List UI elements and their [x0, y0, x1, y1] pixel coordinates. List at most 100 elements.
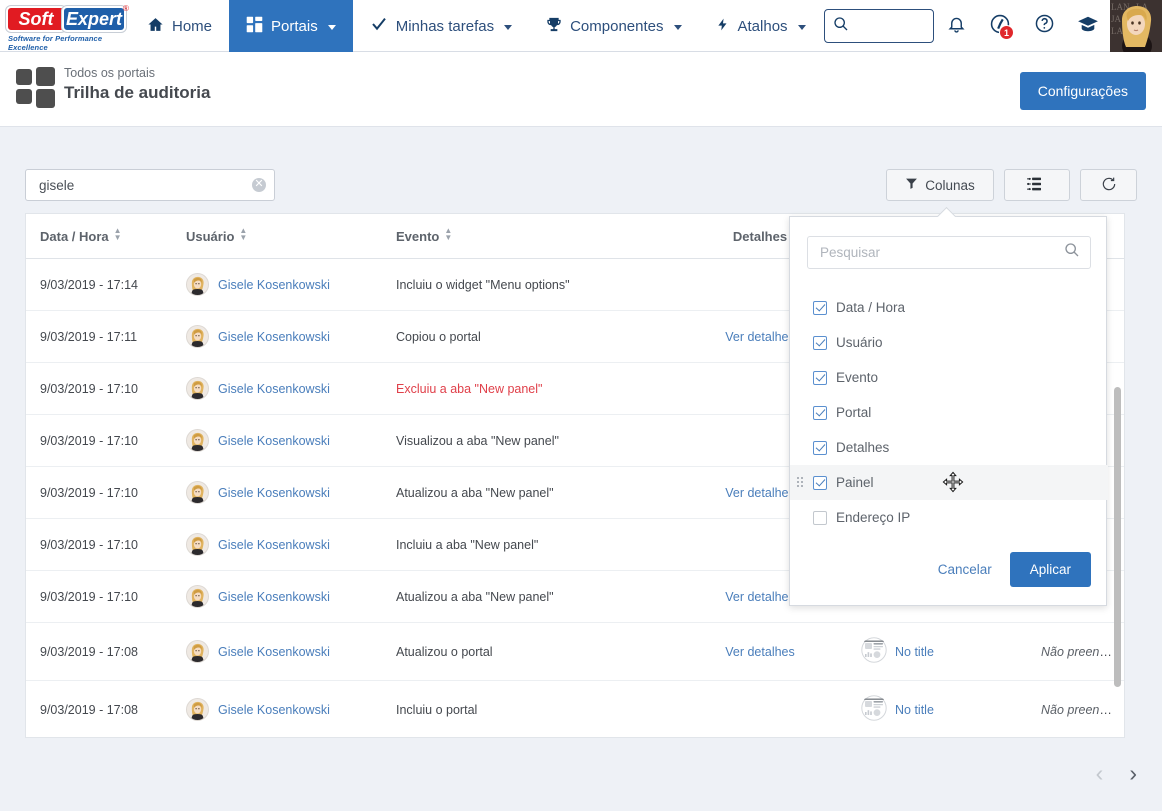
- nav-item-componentes-label: Componentes: [570, 17, 664, 35]
- previous-page-button[interactable]: ‹: [1096, 761, 1104, 785]
- user-link[interactable]: Gisele Kosenkowski: [218, 645, 330, 659]
- nav-item-portais[interactable]: Portais: [229, 0, 353, 52]
- columns-search-box[interactable]: [807, 236, 1091, 269]
- user-link[interactable]: Gisele Kosenkowski: [218, 278, 330, 292]
- pending-actions-badge: 1: [999, 25, 1014, 40]
- user-link[interactable]: Gisele Kosenkowski: [218, 486, 330, 500]
- avatar: [186, 377, 209, 400]
- breadcrumb[interactable]: Todos os portais: [64, 66, 155, 80]
- refresh-button[interactable]: [1080, 169, 1137, 201]
- table-search-input[interactable]: [37, 176, 252, 194]
- event-text: Atualizou a aba "New panel": [396, 485, 554, 500]
- cell-datetime: 9/03/2019 - 17:10: [26, 570, 176, 623]
- avatar: [186, 533, 209, 556]
- columns-option-label: Usuário: [836, 335, 883, 350]
- view-details-link[interactable]: Ver detalhes: [725, 590, 795, 604]
- avatar: [186, 585, 209, 608]
- sort-icon: ▲ ▼: [444, 226, 453, 242]
- column-header-event[interactable]: Evento ▲ ▼: [386, 214, 669, 259]
- checkbox-checked[interactable]: [813, 440, 827, 455]
- columns-option-2[interactable]: Usuário: [790, 325, 1108, 360]
- user-link[interactable]: Gisele Kosenkowski: [218, 538, 330, 552]
- checkbox-checked[interactable]: [813, 300, 827, 315]
- columns-option-3[interactable]: Evento: [790, 360, 1108, 395]
- user-link[interactable]: Gisele Kosenkowski: [218, 330, 330, 344]
- bolt-icon: [716, 16, 730, 37]
- event-text: Atualizou a aba "New panel": [396, 589, 554, 604]
- global-search-input[interactable]: [849, 17, 853, 35]
- cell-details: Ver detalhes: [669, 622, 851, 681]
- page-title: Trilha de auditoria: [64, 83, 211, 102]
- next-page-button[interactable]: ›: [1129, 761, 1137, 785]
- cell-panel: Não preenchido: [1031, 622, 1125, 681]
- bell-icon: [947, 14, 966, 39]
- columns-search-input[interactable]: [818, 244, 1064, 261]
- cell-user: Gisele Kosenkowski: [176, 518, 386, 571]
- cell-datetime: 9/03/2019 - 17:11: [26, 310, 176, 363]
- pending-actions-button[interactable]: 1: [978, 0, 1022, 52]
- academy-button[interactable]: [1066, 0, 1110, 52]
- top-navigation-bar: Soft Expert ® Software for Performance E…: [0, 0, 1162, 52]
- view-details-link[interactable]: Ver detalhes: [725, 645, 795, 659]
- cell-user: Gisele Kosenkowski: [176, 570, 386, 623]
- cell-user: Gisele Kosenkowski: [176, 414, 386, 467]
- column-header-user[interactable]: Usuário ▲ ▼: [176, 214, 386, 259]
- columns-option-7[interactable]: Endereço IP: [790, 500, 1108, 535]
- cell-portal: No title: [851, 622, 1031, 681]
- drag-handle-icon[interactable]: [797, 477, 804, 488]
- list-settings-icon: [1026, 177, 1042, 194]
- clear-search-icon[interactable]: ✕: [252, 178, 266, 192]
- user-link[interactable]: Gisele Kosenkowski: [218, 434, 330, 448]
- logo-soft-text: Soft: [6, 6, 66, 32]
- user-link[interactable]: Gisele Kosenkowski: [218, 703, 330, 717]
- columns-option-5[interactable]: Detalhes: [790, 430, 1108, 465]
- event-text-deleted: Excluiu a aba "New panel": [396, 381, 543, 396]
- search-icon: [833, 16, 849, 37]
- global-search-box[interactable]: [824, 9, 934, 43]
- cell-user: Gisele Kosenkowski: [176, 362, 386, 415]
- nav-item-atalhos[interactable]: Atalhos: [699, 0, 823, 52]
- user-link[interactable]: Gisele Kosenkowski: [218, 382, 330, 396]
- columns-dropdown-panel: Data / Hora Usuário Evento Portal Detalhes Pa…: [789, 207, 1108, 606]
- columns-button[interactable]: Colunas: [886, 169, 994, 201]
- portal-link[interactable]: No title: [895, 645, 934, 659]
- cell-user: Gisele Kosenkowski: [176, 466, 386, 519]
- columns-option-4[interactable]: Portal: [790, 395, 1108, 430]
- checkbox-checked[interactable]: [813, 405, 827, 420]
- view-details-link[interactable]: Ver detalhes: [725, 330, 795, 344]
- graduation-cap-icon: [1077, 15, 1099, 38]
- nav-item-componentes[interactable]: Componentes: [529, 0, 698, 52]
- cancel-button[interactable]: Cancelar: [938, 562, 992, 577]
- logo-expert-text: Expert: [62, 6, 126, 32]
- apply-button[interactable]: Aplicar: [1009, 552, 1091, 587]
- softexpert-logo[interactable]: Soft Expert ® Software for Performance E…: [0, 0, 130, 52]
- checkbox-checked[interactable]: [813, 475, 827, 490]
- notifications-button[interactable]: [934, 0, 978, 52]
- user-link[interactable]: Gisele Kosenkowski: [218, 590, 330, 604]
- list-options-button[interactable]: [1004, 169, 1070, 201]
- checkbox-checked[interactable]: [813, 335, 827, 350]
- user-avatar[interactable]: LANLA JAMIA LASAN: [1110, 0, 1162, 52]
- dropdown-pointer-arrow: [937, 207, 957, 217]
- panel-empty-text: Não preenchido: [1041, 644, 1125, 659]
- cell-datetime: 9/03/2019 - 17:10: [26, 362, 176, 415]
- columns-option-label: Detalhes: [836, 440, 890, 455]
- nav-item-home[interactable]: Home: [130, 0, 229, 52]
- help-button[interactable]: [1022, 0, 1066, 52]
- checkbox-checked[interactable]: [813, 370, 827, 385]
- table-search-box[interactable]: ✕: [25, 169, 275, 201]
- checkbox-unchecked[interactable]: [813, 510, 827, 525]
- column-header-datetime[interactable]: Data / Hora ▲ ▼: [26, 214, 176, 259]
- settings-button[interactable]: Configurações: [1019, 72, 1146, 110]
- columns-option-6[interactable]: Painel: [790, 465, 1108, 500]
- cell-datetime: 9/03/2019 - 17:10: [26, 518, 176, 571]
- portal-link[interactable]: No title: [895, 703, 934, 717]
- home-icon: [147, 16, 164, 37]
- table-row[interactable]: 9/03/2019 - 17:08 Gisele Kosenkowski Inclu…: [26, 680, 1124, 737]
- view-details-link[interactable]: Ver detalhes: [725, 486, 795, 500]
- app-root: Soft Expert ® Software for Performance E…: [0, 0, 1162, 811]
- columns-option-1[interactable]: Data / Hora: [790, 290, 1108, 325]
- nav-item-minhas-tarefas[interactable]: Minhas tarefas: [353, 0, 529, 52]
- table-row[interactable]: 9/03/2019 - 17:08 Gisele Kosenkowski Atual…: [26, 622, 1125, 681]
- table-vertical-scrollbar[interactable]: [1114, 387, 1121, 687]
